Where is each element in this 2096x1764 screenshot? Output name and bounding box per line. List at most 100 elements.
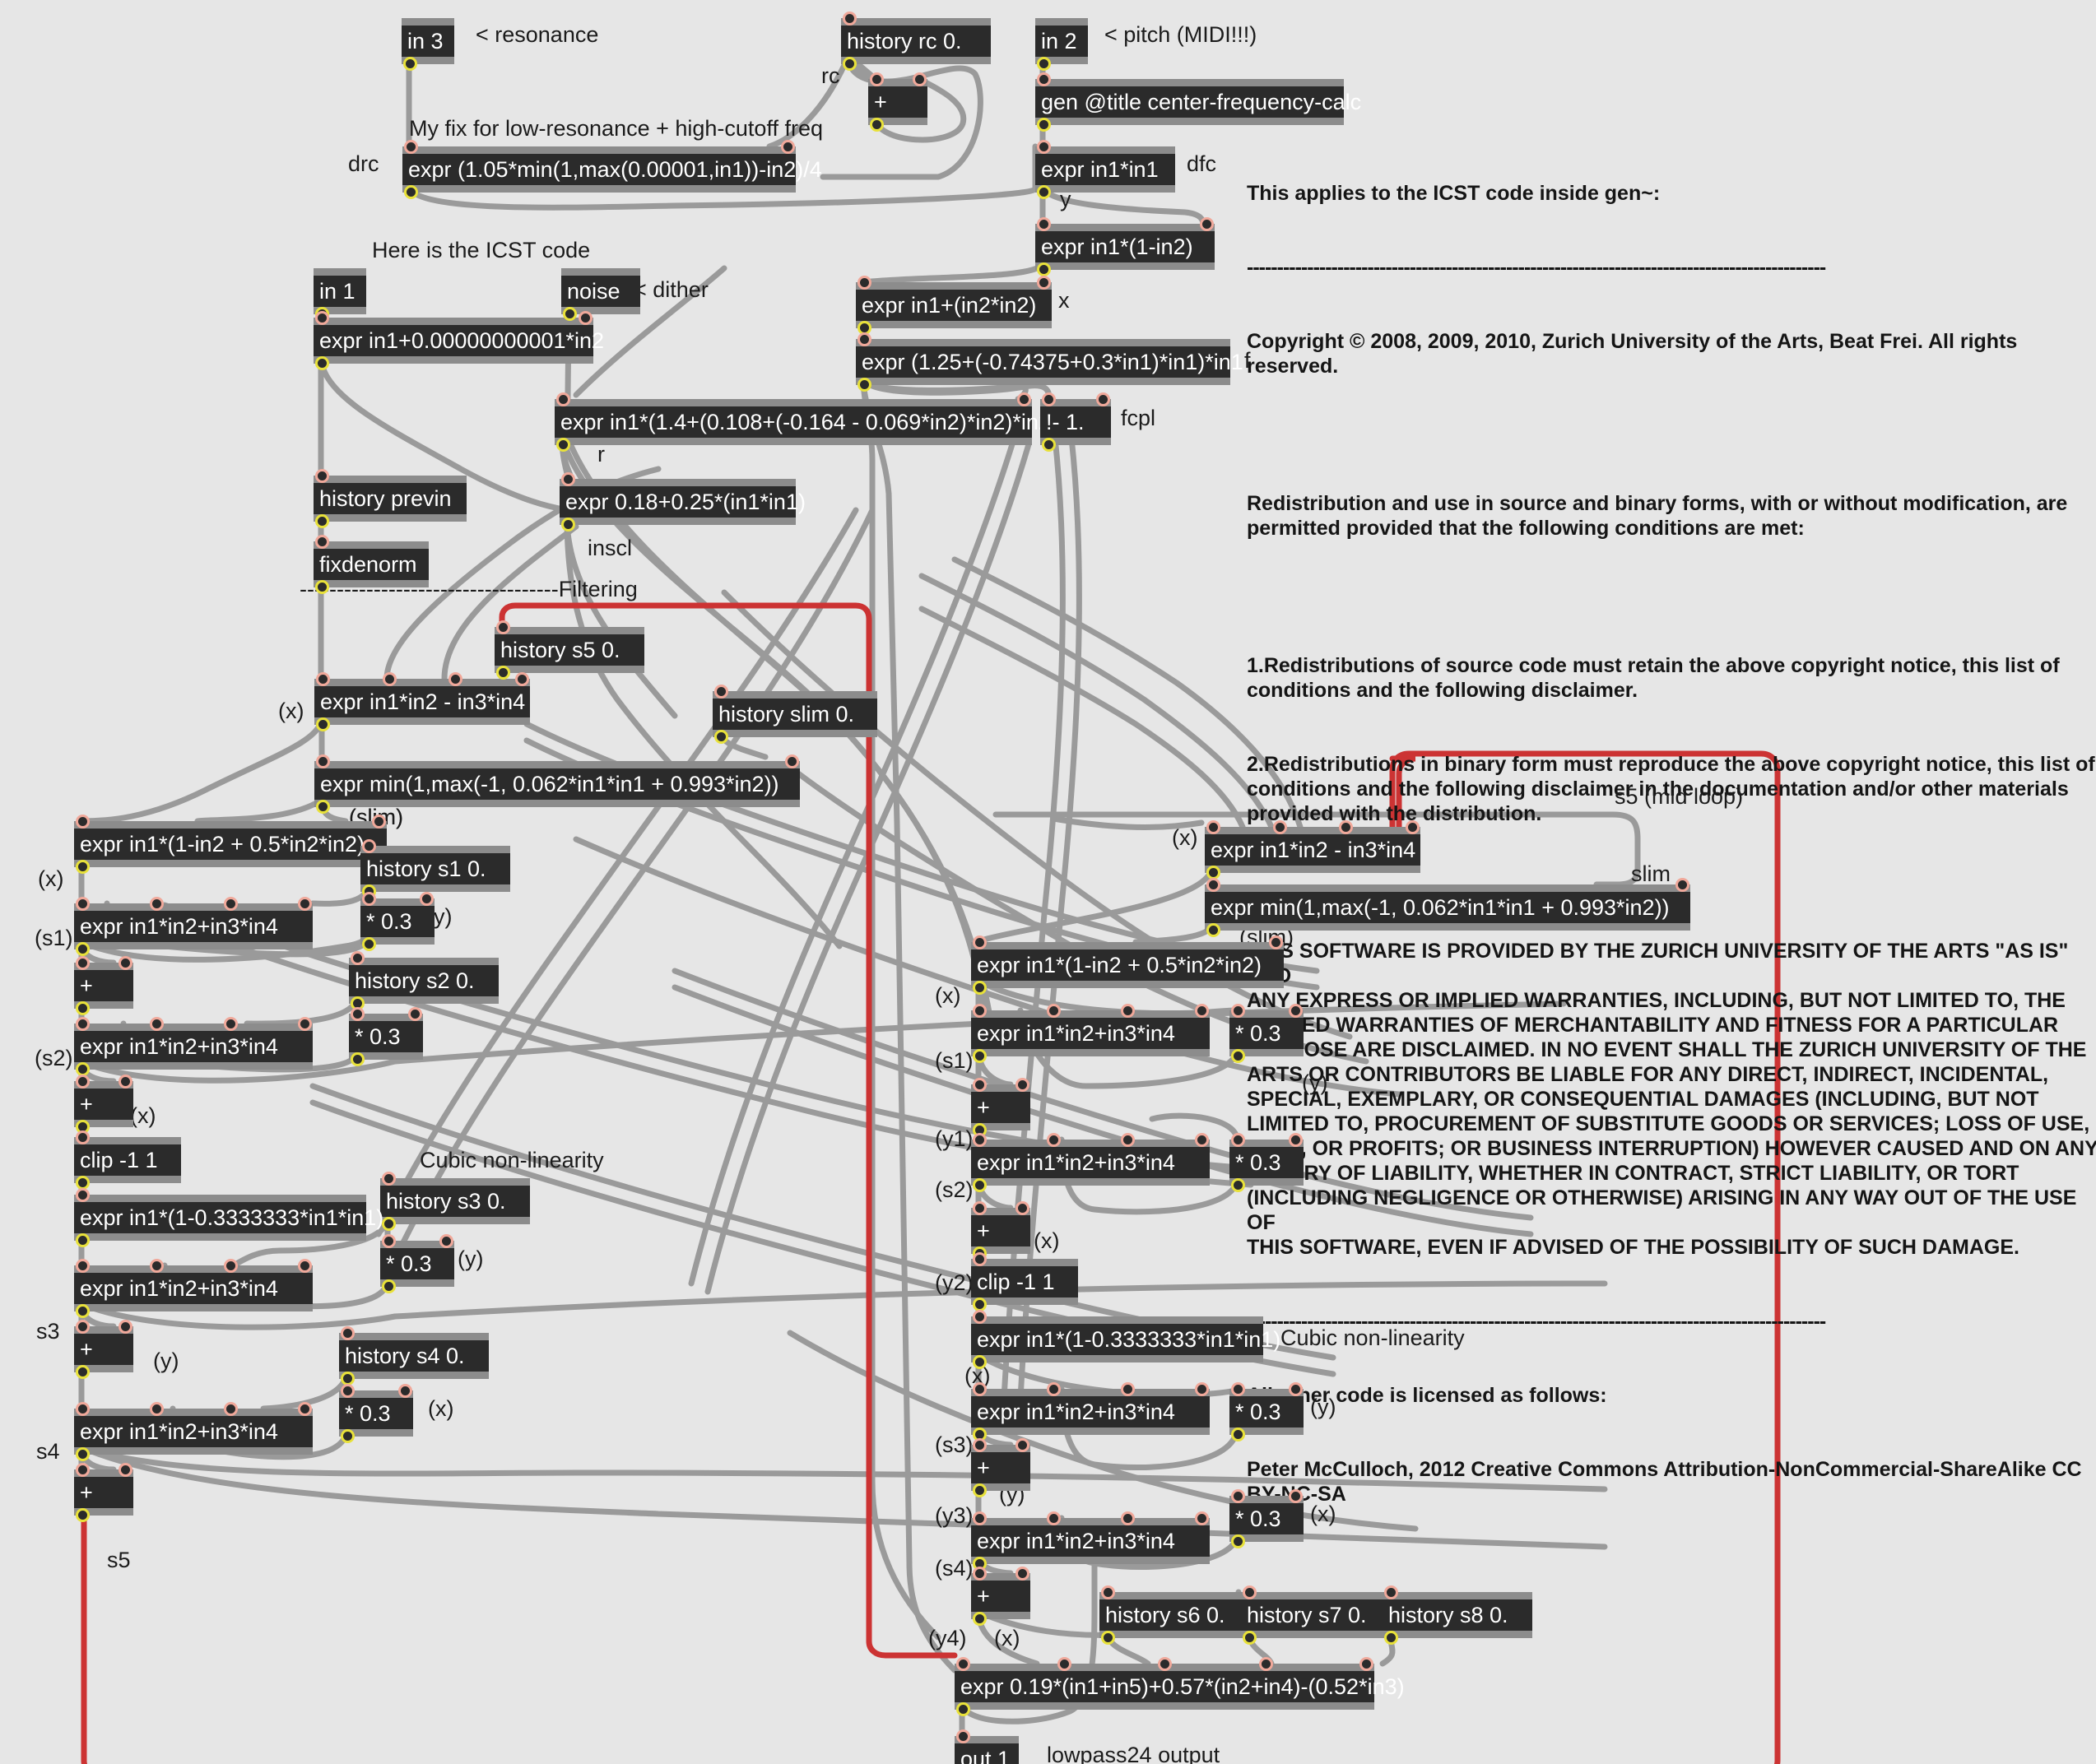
object-box-history_s7[interactable]: history s7 0.	[1241, 1592, 1391, 1638]
object-box-expr_ab3_L[interactable]: expr in1*in2+in3*in4	[74, 1265, 313, 1311]
object-text-history_s1: history s1 0.	[366, 856, 486, 881]
object-box-plus_y2_R[interactable]: +	[971, 1208, 1030, 1254]
object-text-history_slim: history slim 0.	[718, 702, 855, 726]
object-box-plus_y4_R[interactable]: +	[971, 1573, 1030, 1619]
object-box-expr_cubic_L[interactable]: expr in1*(1-0.3333333*in1*in1)	[74, 1195, 383, 1241]
object-box-plus_s2_L[interactable]: +	[74, 1081, 133, 1127]
object-box-gen_cfc[interactable]: gen @title center-frequency-calc	[1035, 79, 1361, 125]
object-box-expr_slim_R[interactable]: expr min(1,max(-1, 0.062*in1*in1 + 0.993…	[1205, 884, 1690, 931]
object-text-history_s7: history s7 0.	[1247, 1603, 1367, 1627]
object-box-mul03_y4_R[interactable]: * 0.3	[1229, 1496, 1304, 1542]
patcher-canvas[interactable]: This applies to the ICST code inside gen…	[0, 0, 2096, 1764]
license-other-code: All other code is licensed as follows:	[1247, 1384, 1607, 1407]
object-box-mul03_s2[interactable]: * 0.3	[349, 1014, 423, 1060]
object-text-mul03_s1: * 0.3	[366, 909, 412, 934]
object-box-mul03_y_R[interactable]: * 0.3	[1229, 1010, 1304, 1056]
object-box-mul03_s4[interactable]: * 0.3	[339, 1390, 413, 1437]
object-text-expr_ab2_L: expr in1*in2+in3*in4	[80, 1034, 278, 1059]
object-box-history_s1[interactable]: history s1 0.	[360, 846, 510, 892]
object-box-expr_ab1_R[interactable]: expr in1*in2+in3*in4	[971, 1010, 1210, 1056]
object-box-noise[interactable]: noise	[561, 268, 640, 314]
object-box-expr_r[interactable]: expr in1*(1.4+(0.108+(-0.164 - 0.069*in2…	[555, 399, 1058, 445]
object-box-mul03_s3[interactable]: * 0.3	[380, 1241, 454, 1287]
object-text-in3: in 3	[407, 29, 444, 53]
object-text-expr_x1_L: expr in1*in2 - in3*in4	[320, 689, 526, 714]
object-text-expr_x_R: expr in1*in2 - in3*in4	[1211, 838, 1416, 862]
object-text-plus_y2_R: +	[977, 1219, 990, 1243]
object-box-plus_s4_L[interactable]: +	[74, 1469, 133, 1516]
object-box-expr_ab1_L[interactable]: expr in1*in2+in3*in4	[74, 903, 313, 949]
object-box-expr_ab2_R[interactable]: expr in1*in2+in3*in4	[971, 1140, 1210, 1186]
object-box-plus_rc[interactable]: +	[868, 79, 927, 125]
comment-c_s5_mid: s5 (mid loop)	[1615, 784, 1744, 809]
object-text-history_rc: history rc 0.	[847, 29, 962, 53]
object-text-expr_1minus: expr in1*(1-in2)	[1041, 234, 1193, 259]
object-box-fixdenorm[interactable]: fixdenorm	[314, 541, 429, 587]
object-box-expr_inscl[interactable]: expr 0.18+0.25*(in1*in1)	[560, 479, 806, 525]
comment-c_s3_L: s3	[36, 1319, 60, 1344]
object-box-expr_1minus[interactable]: expr in1*(1-in2)	[1035, 224, 1215, 270]
object-box-history_s3[interactable]: history s3 0.	[380, 1178, 530, 1224]
object-box-expr_x_R[interactable]: expr in1*in2 - in3*in4	[1205, 827, 1420, 873]
object-box-expr_ab2_L[interactable]: expr in1*in2+in3*in4	[74, 1024, 313, 1070]
object-text-fixdenorm: fixdenorm	[319, 552, 417, 577]
object-box-plus_s3_R[interactable]: +	[971, 1445, 1030, 1491]
object-box-expr_ab3_R[interactable]: expr in1*in2+in3*in4	[971, 1389, 1210, 1435]
license-redistribution: Redistribution and use in source and bin…	[1247, 492, 2068, 540]
object-box-plus_y1_R[interactable]: +	[971, 1084, 1030, 1130]
comment-c_pitch: < pitch (MIDI!!!)	[1104, 22, 1257, 47]
comment-c_dfc: dfc	[1187, 151, 1217, 176]
object-box-history_slim[interactable]: history slim 0.	[713, 691, 877, 737]
object-box-mul03_y3_R[interactable]: * 0.3	[1229, 1389, 1304, 1435]
object-box-clip_L[interactable]: clip -1 1	[74, 1137, 181, 1183]
object-text-expr_f: expr (1.25+(-0.74375+0.3*in1)*in1)*in1	[862, 350, 1243, 374]
object-box-expr_ab4_L[interactable]: expr in1*in2+in3*in4	[74, 1409, 313, 1455]
object-box-mul03_s1[interactable]: * 0.3	[360, 898, 435, 945]
object-box-drc_expr[interactable]: expr (1.05*min(1,max(0.00001,in1))-in2)/…	[402, 146, 822, 193]
object-box-expr_cubic_R[interactable]: expr in1*(1-0.3333333*in1*in1)	[971, 1316, 1280, 1362]
comment-c_s1_R: (s1)	[935, 1048, 974, 1073]
object-box-history_s6[interactable]: history s6 0.	[1099, 1592, 1249, 1638]
object-text-clip_R: clip -1 1	[977, 1270, 1055, 1294]
object-box-expr_f[interactable]: expr (1.25+(-0.74375+0.3*in1)*in1)*in1	[856, 339, 1243, 385]
object-box-history_s5[interactable]: history s5 0.	[495, 627, 644, 673]
comment-c_y_R1: (y)	[1302, 1070, 1328, 1095]
object-box-expr_in1in1[interactable]: expr in1*in1	[1035, 146, 1175, 193]
object-text-expr_dither: expr in1+0.00000000001*in2	[319, 328, 605, 353]
object-box-history_s8[interactable]: history s8 0.	[1383, 1592, 1532, 1638]
object-box-clip_R[interactable]: clip -1 1	[971, 1259, 1078, 1305]
object-text-in1: in 1	[319, 279, 356, 304]
object-text-mul03_s4: * 0.3	[345, 1401, 391, 1426]
comment-c_f: f	[1244, 348, 1251, 373]
object-box-expr_dither[interactable]: expr in1+0.00000000001*in2	[314, 318, 605, 364]
object-box-out1[interactable]: out 1	[955, 1736, 1019, 1764]
license-cc: Peter McCulloch, 2012 Creative Commons A…	[1247, 1458, 2082, 1506]
comment-c_x_R3: (x)	[1034, 1228, 1060, 1253]
object-box-expr_slimmul_L[interactable]: expr in1*(1-in2 + 0.5*in2*in2)	[74, 821, 387, 867]
object-box-history_rc[interactable]: history rc 0.	[841, 18, 991, 64]
object-box-history_s2[interactable]: history s2 0.	[349, 958, 499, 1004]
object-box-plus_s3_L[interactable]: +	[74, 1326, 133, 1372]
object-box-expr_x[interactable]: expr in1+(in2*in2)	[856, 282, 1052, 328]
comment-c_s5_L: s5	[107, 1548, 131, 1572]
object-text-clip_L: clip -1 1	[80, 1148, 158, 1172]
object-text-mul03_s3: * 0.3	[386, 1251, 432, 1276]
object-box-not_1[interactable]: !- 1.	[1040, 399, 1111, 445]
object-box-expr_slimmul_R[interactable]: expr in1*(1-in2 + 0.5*in2*in2)	[971, 942, 1284, 988]
object-box-expr_x1_L[interactable]: expr in1*in2 - in3*in4	[314, 679, 530, 725]
object-text-mul03_y3_R: * 0.3	[1235, 1400, 1281, 1424]
object-text-expr_ab4_R: expr in1*in2+in3*in4	[977, 1529, 1175, 1553]
object-box-expr_ab4_R[interactable]: expr in1*in2+in3*in4	[971, 1518, 1210, 1564]
object-box-in3[interactable]: in 3	[402, 18, 454, 64]
object-box-in1[interactable]: in 1	[314, 268, 366, 314]
object-box-history_s4[interactable]: history s4 0.	[339, 1333, 489, 1379]
object-box-expr_slim_L[interactable]: expr min(1,max(-1, 0.062*in1*in1 + 0.993…	[314, 761, 800, 807]
object-text-noise: noise	[567, 279, 620, 304]
object-box-in2[interactable]: in 2	[1035, 18, 1088, 64]
comment-c_x_R4: (x)	[964, 1363, 991, 1388]
comment-c_y1_R: (y1)	[935, 1126, 974, 1151]
object-box-expr_out[interactable]: expr 0.19*(in1+in5)+0.57*(in2+in4)-(0.52…	[955, 1664, 1405, 1710]
object-box-history_previn[interactable]: history previn	[314, 476, 467, 522]
object-box-mul03_y1_R[interactable]: * 0.3	[1229, 1140, 1304, 1186]
object-box-plus_s1_L[interactable]: +	[74, 963, 133, 1009]
